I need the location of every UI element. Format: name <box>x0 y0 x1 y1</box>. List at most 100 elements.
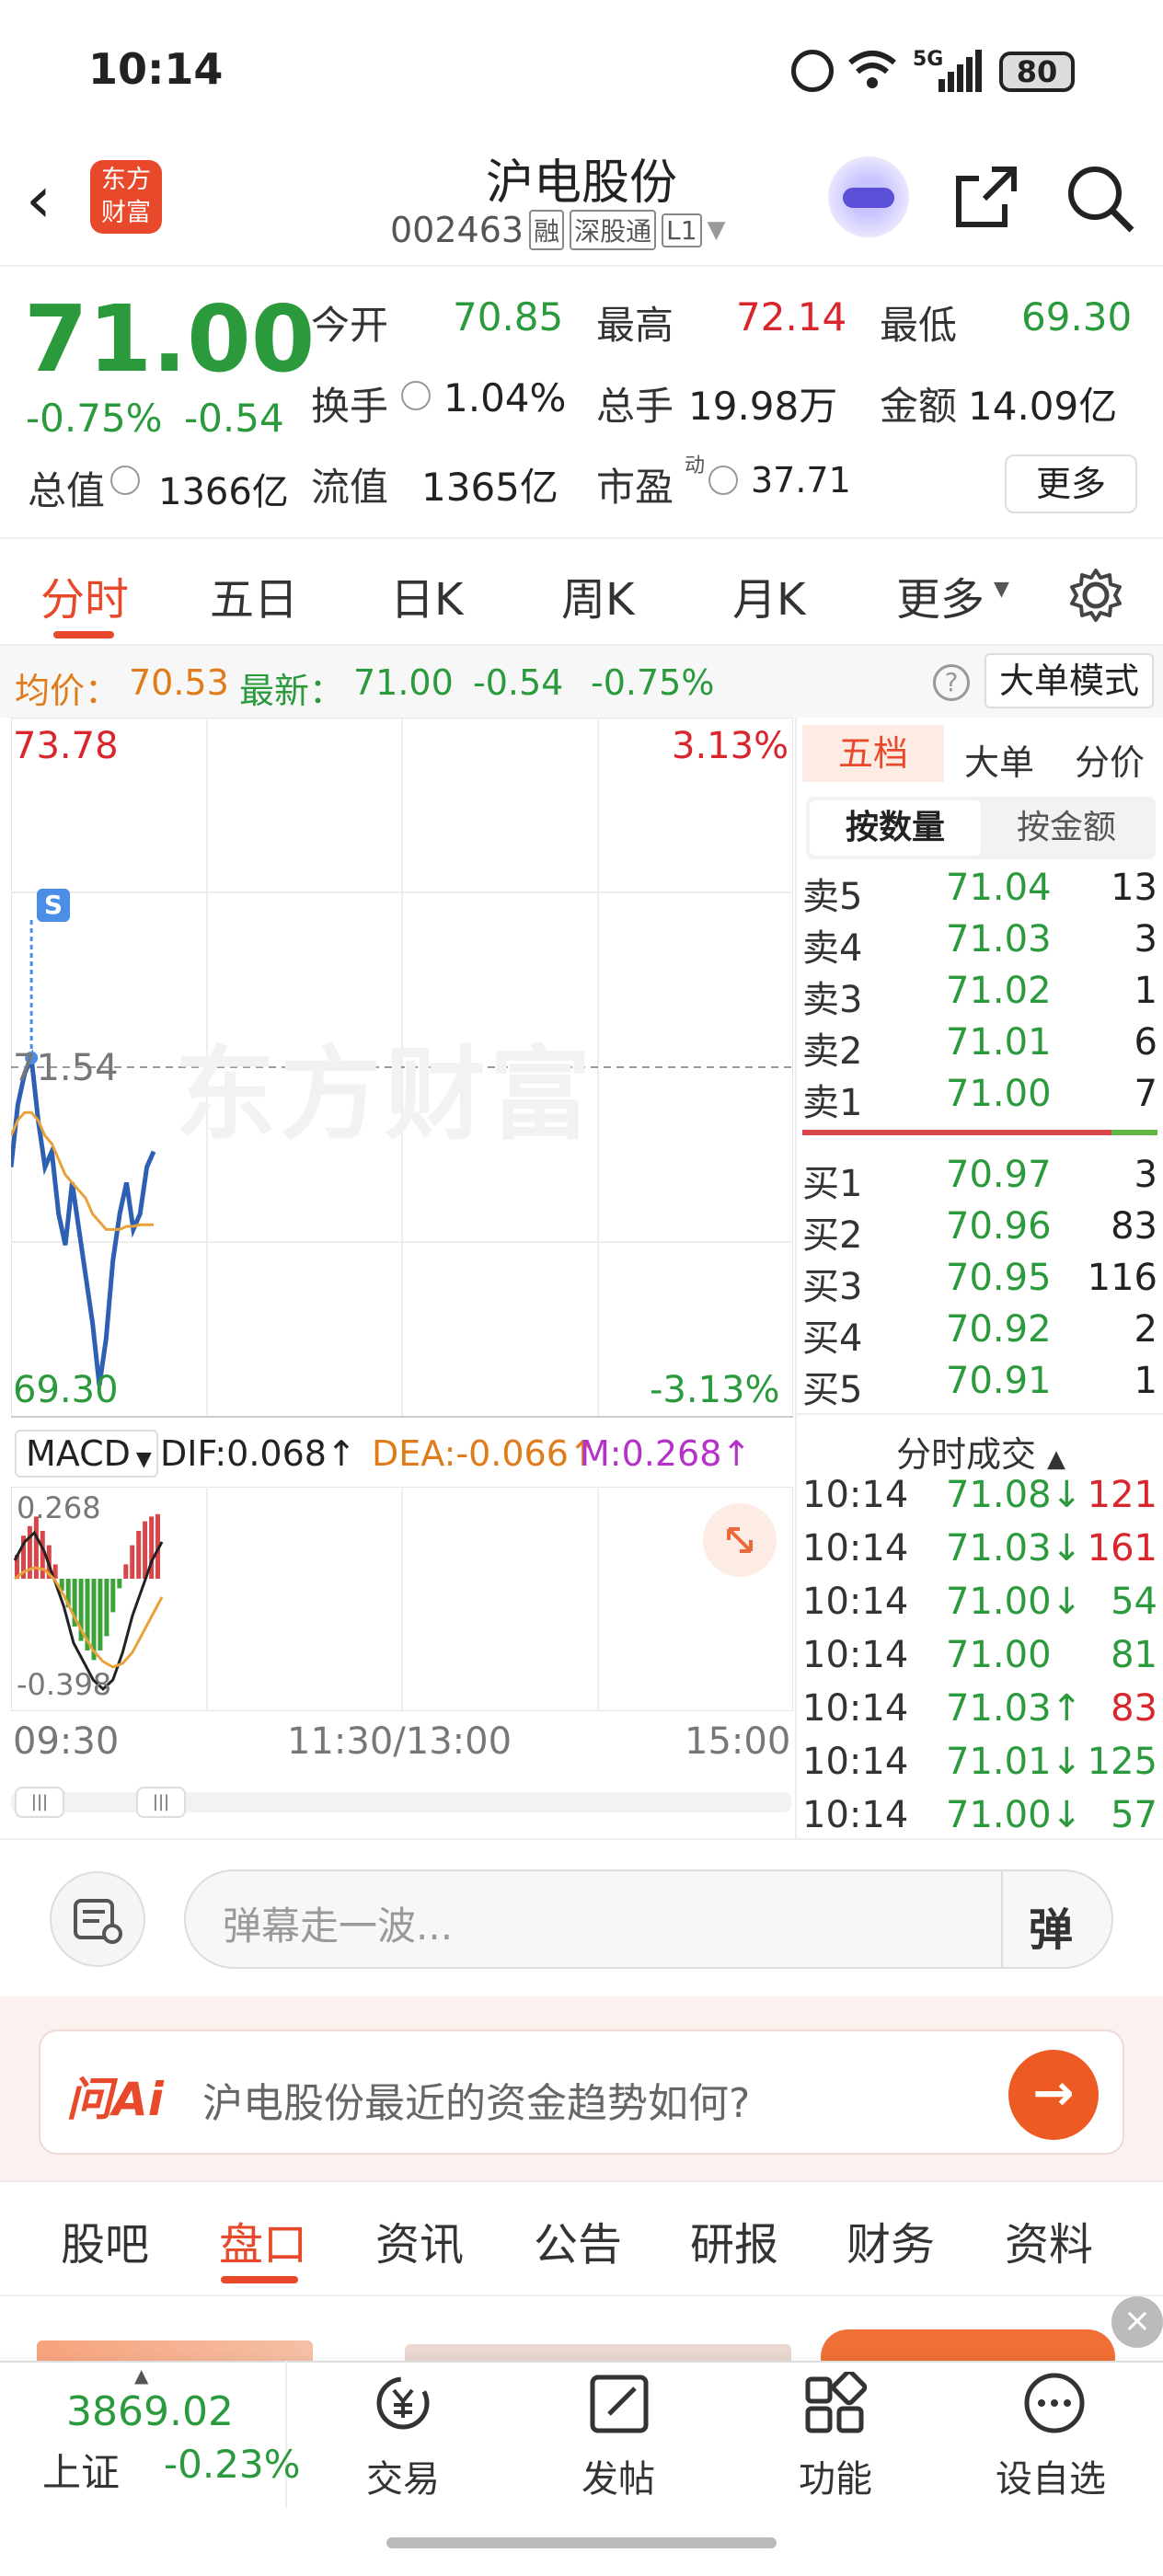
bid-label: 买5 <box>802 1369 863 1411</box>
more-button[interactable]: 更多 <box>1005 454 1137 513</box>
tag-margin: 融 <box>529 210 565 250</box>
info-icon[interactable] <box>110 466 140 495</box>
signal-icon <box>938 50 983 96</box>
low-label: 最低 <box>880 303 958 348</box>
watermark: 东方财富 <box>175 1036 594 1154</box>
slider-handle-right[interactable]: ||| <box>136 1787 186 1818</box>
tick-price: 71.03↑ <box>946 1687 1083 1730</box>
ask-bid-ratio-bar <box>802 1130 1111 1135</box>
nav-trade[interactable]: 交易 <box>366 2449 440 2502</box>
arrow-right-icon[interactable]: → <box>1008 2050 1099 2140</box>
macd-bar <box>136 1531 142 1579</box>
ai-question-card[interactable]: 问Ai 沪电股份最近的资金趋势如何? → <box>39 2030 1124 2155</box>
expand-icon[interactable] <box>703 1503 777 1577</box>
nav-news[interactable]: 资讯 <box>375 2208 464 2272</box>
index-name[interactable]: 上证 <box>42 2442 120 2498</box>
stock-code-row[interactable]: 002463 融 深股通 L1 ▼ <box>390 210 726 250</box>
gear-icon[interactable] <box>1067 567 1124 627</box>
macd-dea: DEA:-0.066↑ <box>372 1433 598 1474</box>
index-caret-icon: ▲ <box>134 2364 149 2386</box>
tick-volume: 83 <box>1111 1687 1157 1730</box>
nav-quotes[interactable]: 盘口 <box>219 2208 307 2272</box>
ask-volume: 6 <box>1134 1021 1157 1064</box>
subtab-by-amount[interactable]: 按金额 <box>981 800 1152 856</box>
tab-five-level[interactable]: 五档 <box>802 725 944 782</box>
turnover-info-icon[interactable] <box>401 381 431 410</box>
last-price: 71.00 <box>24 285 316 393</box>
share-icon[interactable] <box>951 162 1021 236</box>
time-start: 09:30 <box>13 1720 120 1763</box>
sell-marker[interactable]: S <box>37 889 70 922</box>
nav-research[interactable]: 研报 <box>690 2208 778 2272</box>
nav-post[interactable]: 发帖 <box>582 2449 655 2502</box>
info-line: 均价： 70.53 最新： 71.00 -0.54 -0.75% ? 大单模式 <box>0 646 1163 718</box>
time-end: 15:00 <box>685 1720 791 1763</box>
tick-time: 10:14 <box>802 1687 909 1730</box>
tab-monthly-k[interactable]: 月K <box>732 563 805 627</box>
tick-price: 71.00 <box>946 1634 1052 1676</box>
float-label: 流值 <box>311 465 389 510</box>
tab-big-order[interactable]: 大单 <box>944 734 1054 785</box>
avg-label: 均价： <box>15 671 121 711</box>
danmu-input[interactable]: 弹幕走一波... 弹 <box>184 1869 1113 1969</box>
status-time: 10:14 <box>88 44 224 94</box>
tab-daily-k[interactable]: 日K <box>390 563 463 627</box>
danmu-row: 弹幕走一波... 弹 <box>0 1838 1163 1996</box>
tick-time: 10:14 <box>802 1474 909 1516</box>
stock-code: 002463 <box>390 210 524 250</box>
tab-weekly-k[interactable]: 周K <box>561 563 634 627</box>
edit-icon[interactable] <box>583 2372 657 2440</box>
tag-connect: 深股通 <box>570 210 657 250</box>
caret-up-icon: ▲ <box>1047 1445 1066 1473</box>
home-indicator <box>386 2537 777 2548</box>
tab-more[interactable]: 更多 <box>896 563 985 627</box>
nav-profile[interactable]: 资料 <box>1005 2208 1093 2272</box>
volume-value: 19.98万 <box>688 384 838 429</box>
low-value: 69.30 <box>1021 294 1133 339</box>
nav-announcements[interactable]: 公告 <box>534 2208 622 2272</box>
help-icon[interactable]: ? <box>933 664 970 701</box>
ask-price: 71.01 <box>946 1021 1052 1064</box>
range-slider[interactable]: ||| ||| <box>11 1787 791 1818</box>
tick-title[interactable]: 分时成交 ▲ <box>797 1415 1163 1477</box>
nav-add-watchlist[interactable]: 设自选 <box>996 2449 1106 2502</box>
yuan-icon[interactable] <box>366 2372 440 2440</box>
volume-label: 总手 <box>596 384 674 429</box>
nav-finance[interactable]: 财务 <box>846 2208 935 2272</box>
slider-handle-left[interactable]: ||| <box>15 1787 64 1818</box>
pe-info-icon[interactable] <box>708 466 738 495</box>
nav-active-indicator <box>221 2276 298 2283</box>
ask-price: 71.00 <box>946 1073 1052 1115</box>
tick-time: 10:14 <box>802 1741 909 1783</box>
close-icon[interactable]: × <box>1111 2296 1163 2348</box>
tab-5day[interactable]: 五日 <box>210 563 298 627</box>
bid-volume: 1 <box>1134 1360 1157 1402</box>
macd-bar <box>123 1564 129 1579</box>
subtab-bar: 按数量 按金额 <box>806 797 1156 859</box>
macd-selector[interactable]: MACD ▼ <box>15 1430 158 1478</box>
index-value[interactable]: 3869.02 <box>66 2388 234 2435</box>
intraday-chart[interactable]: 东方财富 73.78 71.54 69.30 3.13% -3.13% S <box>0 718 795 1420</box>
latest-pct: -0.75% <box>591 662 715 703</box>
nav-forum[interactable]: 股吧 <box>61 2208 149 2272</box>
search-icon[interactable] <box>1064 162 1135 237</box>
subtab-by-volume[interactable]: 按数量 <box>810 800 981 856</box>
big-order-mode-button[interactable]: 大单模式 <box>985 653 1154 708</box>
tab-intraday[interactable]: 分时 <box>40 563 129 627</box>
turnover-value: 1.04% <box>443 375 567 420</box>
latest-label: 最新： <box>239 671 345 711</box>
nav-functions[interactable]: 功能 <box>799 2449 872 2502</box>
tab-active-indicator <box>53 631 114 638</box>
macd-chart[interactable]: 0.268 -0.398 <box>0 1487 795 1711</box>
ask-volume: 3 <box>1134 918 1157 960</box>
robot-avatar-icon[interactable] <box>828 156 909 237</box>
danmu-toggle-button[interactable]: 弹 <box>1029 1893 1073 1958</box>
partial-banner: × <box>0 2296 1163 2361</box>
tick-price: 71.01↓ <box>946 1741 1083 1783</box>
apps-icon[interactable] <box>800 2369 874 2440</box>
danmu-settings-icon[interactable] <box>50 1871 145 1967</box>
wifi-icon <box>846 48 898 101</box>
index-pct[interactable]: -0.23% <box>164 2442 301 2487</box>
tab-price-dist[interactable]: 分价 <box>1054 734 1163 785</box>
more-icon[interactable] <box>1018 2372 1091 2440</box>
